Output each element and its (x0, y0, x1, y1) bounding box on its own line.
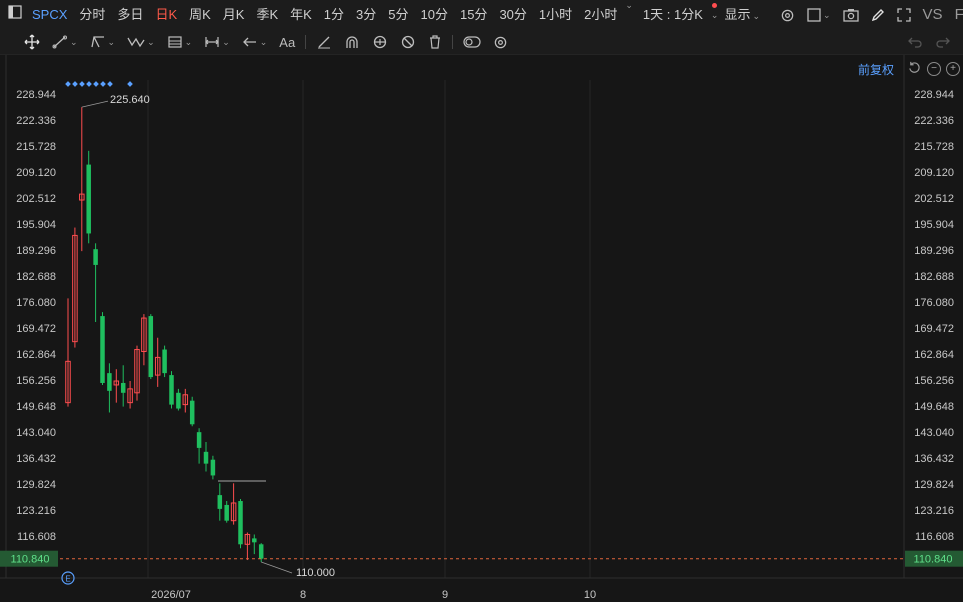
period-more-chevron-icon[interactable]: ⌄ (711, 10, 719, 21)
fibonacci-icon[interactable]: ⌄ (161, 30, 199, 54)
period-tab[interactable]: 年K (284, 0, 318, 30)
period-tab[interactable]: 5分 (382, 0, 414, 30)
lock-drawing-icon[interactable] (366, 30, 394, 54)
fio-button[interactable]: FIO (949, 0, 963, 30)
period-tab[interactable]: 15分 (454, 0, 493, 30)
undo-icon[interactable] (901, 30, 929, 54)
period-tab[interactable]: 30分 (493, 0, 532, 30)
hide-drawings-icon[interactable] (394, 30, 422, 54)
layout-square-icon[interactable]: ⌄ (801, 3, 837, 27)
period-tabs: 分时 多日 日K 周K 月K 季K 年K 1分 3分 5分 10分 15分 30分 1小时 2小时 ⌄ 1天 :… (73, 0, 708, 30)
period-tab[interactable]: 3分 (350, 0, 382, 30)
hour-period-chevron-icon[interactable]: ⌄ (625, 0, 633, 30)
trend-line-icon[interactable]: ⌄ (46, 30, 84, 54)
crosshair-move-icon[interactable] (0, 30, 46, 54)
measure-range-icon[interactable]: ⌄ (198, 30, 236, 54)
toolbar-divider (452, 35, 454, 49)
period-tab[interactable]: 1天 : 1分K (637, 0, 709, 30)
fullscreen-icon[interactable] (891, 3, 917, 27)
period-tab[interactable]: 10分 (415, 0, 454, 30)
period-toolbar: SPCX 分时 多日 日K 周K 月K 季K 年K 1分 3分 5分 10分 15分 30分 1小时 2小时… (0, 0, 963, 30)
zoom-out-icon[interactable]: − (927, 62, 941, 76)
trash-icon[interactable] (422, 30, 448, 54)
period-tab[interactable]: 季K (250, 0, 284, 30)
period-tab[interactable]: 多日 (111, 0, 149, 30)
zoom-in-icon[interactable]: + (946, 62, 960, 76)
period-tab[interactable]: 月K (217, 0, 251, 30)
price-adjust-selector[interactable]: 前复权 (858, 61, 894, 78)
magnet-icon[interactable] (338, 30, 366, 54)
reset-chart-icon[interactable] (908, 61, 921, 74)
period-tab[interactable]: 1分 (318, 0, 350, 30)
period-tab[interactable]: 2小时 (578, 0, 623, 30)
period-tab[interactable]: 日K (149, 0, 183, 30)
vs-compare-button[interactable]: VS (917, 0, 949, 30)
settings-gear-icon[interactable] (774, 3, 801, 27)
period-tab[interactable]: 1小时 (533, 0, 578, 30)
drawing-settings-gear-icon[interactable] (487, 30, 514, 54)
notification-dot (712, 3, 718, 8)
toolbar-divider (305, 35, 307, 49)
wave-pattern-icon[interactable]: ⌄ (121, 30, 161, 54)
channel-tool-icon[interactable]: ⌄ (84, 30, 122, 54)
eraser-line-icon[interactable] (310, 30, 338, 54)
pen-icon[interactable] (865, 3, 891, 27)
period-tab[interactable]: 周K (183, 0, 217, 30)
display-menu[interactable]: 显示 ⌄ (718, 0, 766, 30)
text-tool-icon[interactable]: Aa (273, 30, 301, 54)
chart-area[interactable] (0, 55, 963, 602)
camera-icon[interactable] (837, 3, 865, 27)
toggle-visibility-icon[interactable] (457, 30, 487, 54)
symbol-label[interactable]: SPCX (26, 0, 73, 30)
redo-icon[interactable] (929, 30, 963, 54)
arrow-left-icon[interactable]: ⌄ (236, 30, 274, 54)
drawing-toolbar: ⌄ ⌄ ⌄ ⌄ ⌄ ⌄ Aa (0, 30, 963, 55)
period-tab[interactable]: 分时 (73, 0, 111, 30)
sidebar-toggle-icon[interactable] (0, 0, 26, 30)
